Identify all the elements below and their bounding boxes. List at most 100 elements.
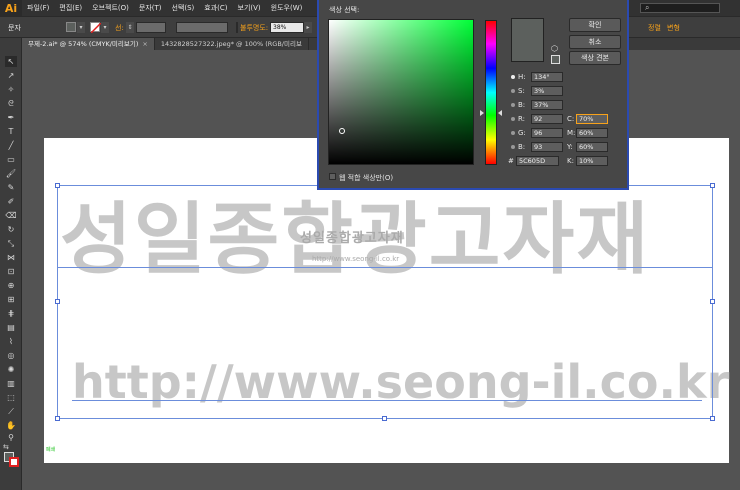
width-tool-icon[interactable]: ⋈ bbox=[5, 252, 17, 263]
stroke-weight-dropdown[interactable] bbox=[136, 22, 166, 33]
rotate-tool-icon[interactable]: ↻ bbox=[5, 224, 17, 235]
green-radio[interactable] bbox=[511, 131, 515, 135]
close-icon[interactable]: × bbox=[142, 40, 147, 48]
brightness-input[interactable]: 37% bbox=[531, 100, 563, 110]
menu-view[interactable]: 보기(V) bbox=[233, 0, 266, 16]
saturation-radio[interactable] bbox=[511, 89, 515, 93]
tab-document-1[interactable]: 무제-2.ai* @ 574% (CMYK/미리보기) × bbox=[22, 38, 155, 50]
hue-slider-left-arrow[interactable] bbox=[480, 110, 484, 116]
perspective-grid-tool-icon[interactable]: ⊞ bbox=[5, 294, 17, 305]
websafe-color-swatch[interactable] bbox=[551, 55, 560, 64]
magenta-input[interactable]: 60% bbox=[576, 128, 608, 138]
menu-select[interactable]: 선택(S) bbox=[167, 0, 200, 16]
color-field[interactable] bbox=[328, 19, 474, 165]
black-input[interactable]: 10% bbox=[576, 156, 608, 166]
color-swatches-button[interactable]: 색상 견본 bbox=[569, 51, 621, 65]
stroke-weight-stepper[interactable]: ⇕ bbox=[126, 22, 134, 33]
gradient-tool-icon[interactable]: ▤ bbox=[5, 322, 17, 333]
swap-fill-stroke-icon[interactable]: ⇆ bbox=[3, 443, 11, 451]
tab-document-2[interactable]: 1432828527322.jpeg* @ 100% (RGB/미리보 bbox=[155, 38, 309, 50]
pen-tool-icon[interactable]: ✒ bbox=[5, 112, 17, 123]
type-tool-icon[interactable]: T bbox=[5, 126, 17, 137]
hue-input[interactable]: 134° bbox=[531, 72, 563, 82]
green-label: G: bbox=[518, 129, 526, 137]
stroke-swatch[interactable] bbox=[9, 457, 19, 467]
field-row-blue: B: 93 bbox=[511, 142, 571, 153]
zoom-tool-icon[interactable]: ⚲ bbox=[5, 432, 17, 443]
stroke-label[interactable]: 선: bbox=[115, 23, 124, 33]
stroke-dropdown-arrow[interactable]: ▾ bbox=[101, 22, 109, 33]
resize-handle-top-right[interactable] bbox=[710, 183, 715, 188]
menu-file[interactable]: 파일(F) bbox=[22, 0, 54, 16]
search-input[interactable]: ⌕ bbox=[640, 3, 720, 13]
hue-radio[interactable] bbox=[511, 75, 515, 79]
hex-input[interactable]: 5C605D bbox=[516, 156, 559, 166]
resize-handle-bottom-right[interactable] bbox=[710, 416, 715, 421]
scale-tool-icon[interactable]: ⤡ bbox=[5, 238, 17, 249]
tab-label: 1432828527322.jpeg* @ 100% (RGB/미리보 bbox=[160, 40, 302, 48]
selection-bounding-box[interactable] bbox=[57, 185, 713, 419]
tab-label: 무제-2.ai* @ 574% (CMYK/미리보기) bbox=[28, 40, 139, 48]
resize-handle-bottom[interactable] bbox=[382, 416, 387, 421]
opacity-input[interactable]: 38% bbox=[270, 22, 304, 33]
menu-edit[interactable]: 편집(E) bbox=[54, 0, 87, 16]
resize-handle-top-left[interactable] bbox=[55, 183, 60, 188]
menu-type[interactable]: 문자(T) bbox=[134, 0, 167, 16]
blob-brush-tool-icon[interactable]: ✐ bbox=[5, 196, 17, 207]
blue-radio[interactable] bbox=[511, 145, 515, 149]
column-graph-tool-icon[interactable]: ▥ bbox=[5, 378, 17, 389]
dialog-title: 색상 선택: bbox=[329, 6, 360, 14]
eyedropper-tool-icon[interactable]: ⌇ bbox=[5, 336, 17, 347]
resize-handle-right[interactable] bbox=[710, 299, 715, 304]
green-input[interactable]: 96 bbox=[531, 128, 563, 138]
saturation-input[interactable]: 3% bbox=[531, 86, 563, 96]
hex-label: # bbox=[508, 157, 514, 165]
stroke-color-swatch[interactable] bbox=[90, 22, 102, 34]
opacity-label[interactable]: 불투명도: bbox=[240, 23, 268, 33]
color-field-marker[interactable] bbox=[339, 128, 345, 134]
mesh-tool-icon[interactable]: ⋕ bbox=[5, 308, 17, 319]
shape-builder-tool-icon[interactable]: ⊕ bbox=[5, 280, 17, 291]
brightness-radio[interactable] bbox=[511, 103, 515, 107]
fill-color-swatch[interactable] bbox=[66, 22, 76, 32]
eraser-tool-icon[interactable]: ⌫ bbox=[5, 210, 17, 221]
slice-tool-icon[interactable]: ⟋ bbox=[5, 406, 17, 417]
artboard-tool-icon[interactable]: ⬚ bbox=[5, 392, 17, 403]
color-preview bbox=[511, 18, 544, 62]
cancel-button[interactable]: 취소 bbox=[569, 35, 621, 49]
ok-button[interactable]: 확인 bbox=[569, 18, 621, 32]
hue-slider[interactable] bbox=[485, 20, 497, 165]
menu-window[interactable]: 윈도우(W) bbox=[266, 0, 308, 16]
menu-effect[interactable]: 효과(C) bbox=[199, 0, 232, 16]
resize-handle-bottom-left[interactable] bbox=[55, 416, 60, 421]
variable-width-dropdown[interactable] bbox=[176, 22, 228, 33]
align-label[interactable]: 정렬 bbox=[648, 23, 661, 33]
menu-object[interactable]: 오브젝트(O) bbox=[87, 0, 134, 16]
cyan-input[interactable]: 70% bbox=[576, 114, 608, 124]
rectangle-tool-icon[interactable]: ▭ bbox=[5, 154, 17, 165]
cyan-label: C: bbox=[567, 115, 575, 123]
magic-wand-tool-icon[interactable]: ✧ bbox=[5, 84, 17, 95]
red-input[interactable]: 92 bbox=[531, 114, 563, 124]
transform-label[interactable]: 변형 bbox=[667, 23, 680, 33]
symbol-sprayer-tool-icon[interactable]: ✺ bbox=[5, 364, 17, 375]
resize-handle-left[interactable] bbox=[55, 299, 60, 304]
paintbrush-tool-icon[interactable]: 🖌 bbox=[5, 168, 17, 179]
cube-icon[interactable]: ⬡ bbox=[551, 44, 558, 53]
opacity-dropdown-arrow[interactable]: ▸ bbox=[304, 22, 312, 33]
fill-dropdown-arrow[interactable]: ▾ bbox=[77, 22, 85, 33]
free-transform-tool-icon[interactable]: ⊡ bbox=[5, 266, 17, 277]
lasso-tool-icon[interactable]: ᘓ bbox=[5, 98, 17, 109]
hue-slider-right-arrow[interactable] bbox=[498, 110, 502, 116]
brush-definition-dropdown[interactable] bbox=[236, 22, 238, 33]
blend-tool-icon[interactable]: ◎ bbox=[5, 350, 17, 361]
blue-input[interactable]: 93 bbox=[531, 142, 563, 152]
selection-tool-icon[interactable]: ↖ bbox=[5, 56, 17, 67]
line-tool-icon[interactable]: ╱ bbox=[5, 140, 17, 151]
yellow-input[interactable]: 60% bbox=[576, 142, 608, 152]
pencil-tool-icon[interactable]: ✎ bbox=[5, 182, 17, 193]
red-radio[interactable] bbox=[511, 117, 515, 121]
direct-selection-tool-icon[interactable]: ↗ bbox=[5, 70, 17, 81]
websafe-checkbox[interactable] bbox=[329, 173, 336, 180]
hand-tool-icon[interactable]: ✋ bbox=[5, 420, 17, 431]
